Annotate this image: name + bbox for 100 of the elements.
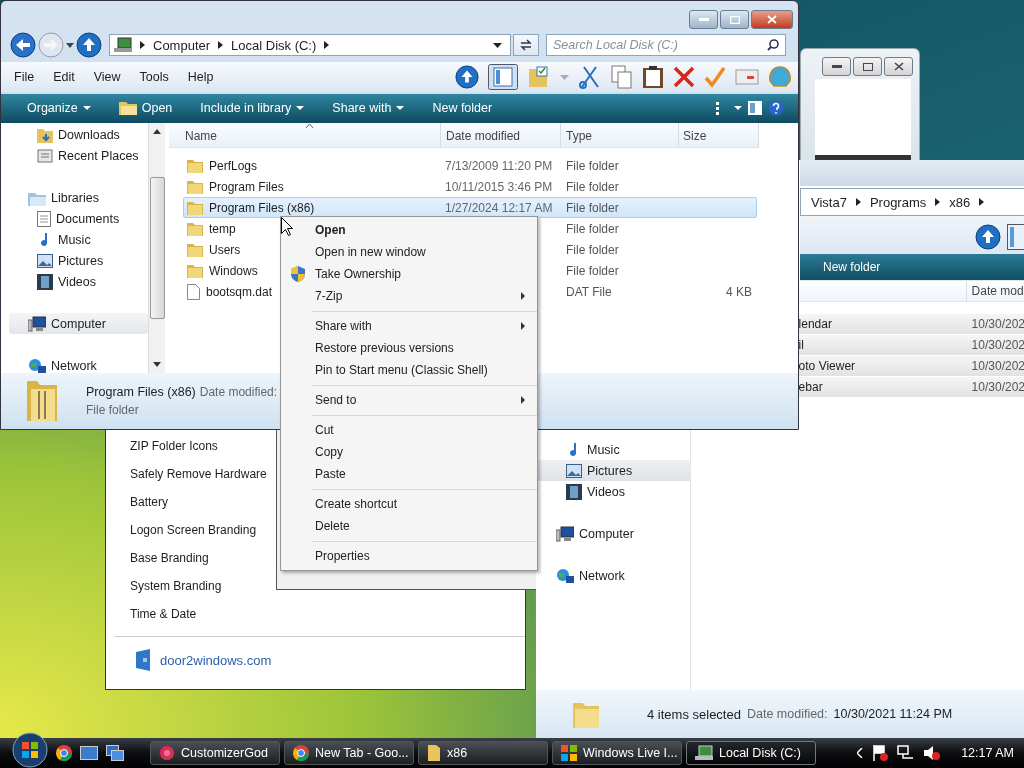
file-row[interactable]: il 10/30/202 xyxy=(797,335,1024,355)
back-button[interactable] xyxy=(10,32,36,58)
search-field[interactable]: Search Local Disk (C:) xyxy=(546,34,786,56)
minimize-button[interactable] xyxy=(822,57,851,76)
breadcrumb[interactable]: x86 xyxy=(949,194,971,210)
nav-item[interactable]: Videos xyxy=(536,481,690,502)
taskbar-button[interactable]: x86 xyxy=(418,741,548,765)
close-button[interactable] xyxy=(751,10,793,29)
seashell-icon[interactable] xyxy=(768,65,792,89)
file-name[interactable]: PerfLogs xyxy=(209,158,258,173)
layout-pane-icon[interactable] xyxy=(1007,224,1024,250)
tray-expand-icon[interactable] xyxy=(857,748,864,758)
start-button[interactable] xyxy=(12,732,48,768)
menu-item[interactable]: Paste xyxy=(281,463,537,485)
toolbar-button[interactable]: Share with xyxy=(324,96,413,120)
layout-pane-icon[interactable] xyxy=(488,64,518,90)
toolbar-button[interactable]: Organize xyxy=(19,96,99,120)
folder-check-icon[interactable] xyxy=(527,65,551,89)
menu-item[interactable]: Tools xyxy=(134,70,174,84)
search-icon[interactable] xyxy=(767,39,779,51)
switch-windows-icon[interactable] xyxy=(106,745,124,761)
muted-speaker-icon[interactable] xyxy=(923,744,942,762)
feature-list-item[interactable]: Time & Date xyxy=(106,600,525,628)
menu-item[interactable]: View xyxy=(88,70,126,84)
network-icon[interactable] xyxy=(897,744,916,762)
scissors-icon[interactable] xyxy=(578,65,602,89)
menu-item[interactable]: Send to xyxy=(281,389,537,411)
menu-item[interactable]: Cut xyxy=(281,419,537,441)
file-name[interactable]: temp xyxy=(209,221,236,236)
menu-item[interactable]: Share with xyxy=(281,315,537,337)
clock[interactable]: 12:17 AM xyxy=(961,746,1014,760)
toolbar-button[interactable]: New folder xyxy=(424,96,501,120)
breadcrumb[interactable]: Vista7 xyxy=(811,194,847,210)
minimize-button[interactable] xyxy=(689,10,718,29)
history-caret-icon[interactable] xyxy=(66,42,74,48)
preview-pane-icon[interactable] xyxy=(748,101,762,115)
nav-item[interactable]: Network xyxy=(536,565,690,586)
nav-item[interactable]: Videos xyxy=(1,271,148,292)
envelope-icon[interactable] xyxy=(735,68,759,86)
address-bar[interactable]: Vista7 Programs x86 xyxy=(800,188,1024,216)
nav-item[interactable]: Computer xyxy=(536,523,690,544)
refresh-button[interactable] xyxy=(513,34,539,56)
taskbar-button[interactable]: Windows Live I... xyxy=(552,741,682,765)
taskbar-button[interactable]: Local Disk (C:) xyxy=(686,741,816,765)
file-name[interactable]: Users xyxy=(209,242,241,257)
menu-item[interactable]: File xyxy=(9,70,40,84)
website-link[interactable]: door2windows.com xyxy=(160,652,272,668)
nav-item[interactable]: Documents xyxy=(1,208,148,229)
scroll-thumb[interactable] xyxy=(149,177,165,319)
menu-item[interactable]: Create shortcut xyxy=(281,493,537,515)
nav-item[interactable]: Libraries xyxy=(1,187,148,208)
scrollbar[interactable] xyxy=(148,123,165,373)
file-row[interactable]: oto Viewer 10/30/202 xyxy=(797,356,1024,376)
menu-item[interactable]: Restore previous versions xyxy=(281,337,537,359)
nav-item[interactable]: Recent Places xyxy=(1,145,148,166)
nav-item[interactable]: Downloads xyxy=(1,124,148,145)
nav-item[interactable]: Computer xyxy=(9,313,148,334)
delete-icon[interactable] xyxy=(673,66,695,88)
file-name[interactable]: Program Files xyxy=(209,179,284,194)
browser-icon[interactable] xyxy=(56,745,72,761)
dropdown-caret-icon[interactable] xyxy=(734,106,742,110)
column-header[interactable]: Type xyxy=(561,123,679,147)
column-header[interactable]: Size xyxy=(679,123,759,147)
scroll-up-icon[interactable] xyxy=(153,129,161,134)
clipboard-icon[interactable] xyxy=(642,65,664,89)
flag-alert-icon[interactable] xyxy=(871,744,890,762)
menu-item[interactable]: Properties xyxy=(281,545,537,567)
menu-item[interactable]: Pin to Start menu (Classic Shell) xyxy=(281,359,537,381)
menu-item[interactable]: Copy xyxy=(281,441,537,463)
nav-item[interactable]: Network xyxy=(1,355,148,376)
dropdown-caret-icon[interactable] xyxy=(493,42,502,48)
menu-item[interactable]: Delete xyxy=(281,515,537,537)
taskbar-button[interactable]: New Tab - Goo... xyxy=(284,741,414,765)
toolbar-button[interactable]: Include in library xyxy=(192,96,313,120)
column-header[interactable]: Date modified xyxy=(441,123,561,147)
maximize-button[interactable] xyxy=(720,10,749,29)
nav-item[interactable]: Pictures xyxy=(1,250,148,271)
nav-item[interactable]: Pictures xyxy=(536,460,690,481)
file-row[interactable]: lendar 10/30/202 xyxy=(797,314,1024,334)
nav-item[interactable]: Music xyxy=(536,439,690,460)
file-name[interactable]: bootsqm.dat xyxy=(206,284,273,299)
taskbar-button[interactable]: CustomizerGod xyxy=(150,741,280,765)
toolbar-button[interactable]: Open xyxy=(110,96,181,120)
menu-item[interactable]: Take Ownership xyxy=(281,263,537,285)
file-row[interactable]: ebar 10/30/202 xyxy=(797,377,1024,397)
menu-item[interactable]: Edit xyxy=(48,70,80,84)
menu-item[interactable]: 7-Zip xyxy=(281,285,537,307)
column-header[interactable]: Name xyxy=(169,123,441,147)
breadcrumb[interactable]: Programs xyxy=(869,194,927,210)
show-desktop-icon[interactable] xyxy=(80,746,98,760)
maximize-button[interactable] xyxy=(853,57,882,76)
close-button[interactable] xyxy=(884,57,913,76)
menu-item[interactable]: Open in new window xyxy=(281,241,537,263)
address-bar[interactable]: Computer Local Disk (C:) xyxy=(109,34,511,56)
breadcrumb[interactable]: Local Disk (C:) xyxy=(231,37,317,53)
file-name[interactable]: Windows xyxy=(209,263,258,278)
menu-item[interactable]: Help xyxy=(182,70,219,84)
scroll-down-icon[interactable] xyxy=(153,362,161,367)
breadcrumb[interactable]: Computer xyxy=(153,37,211,53)
help-icon[interactable] xyxy=(768,100,784,116)
